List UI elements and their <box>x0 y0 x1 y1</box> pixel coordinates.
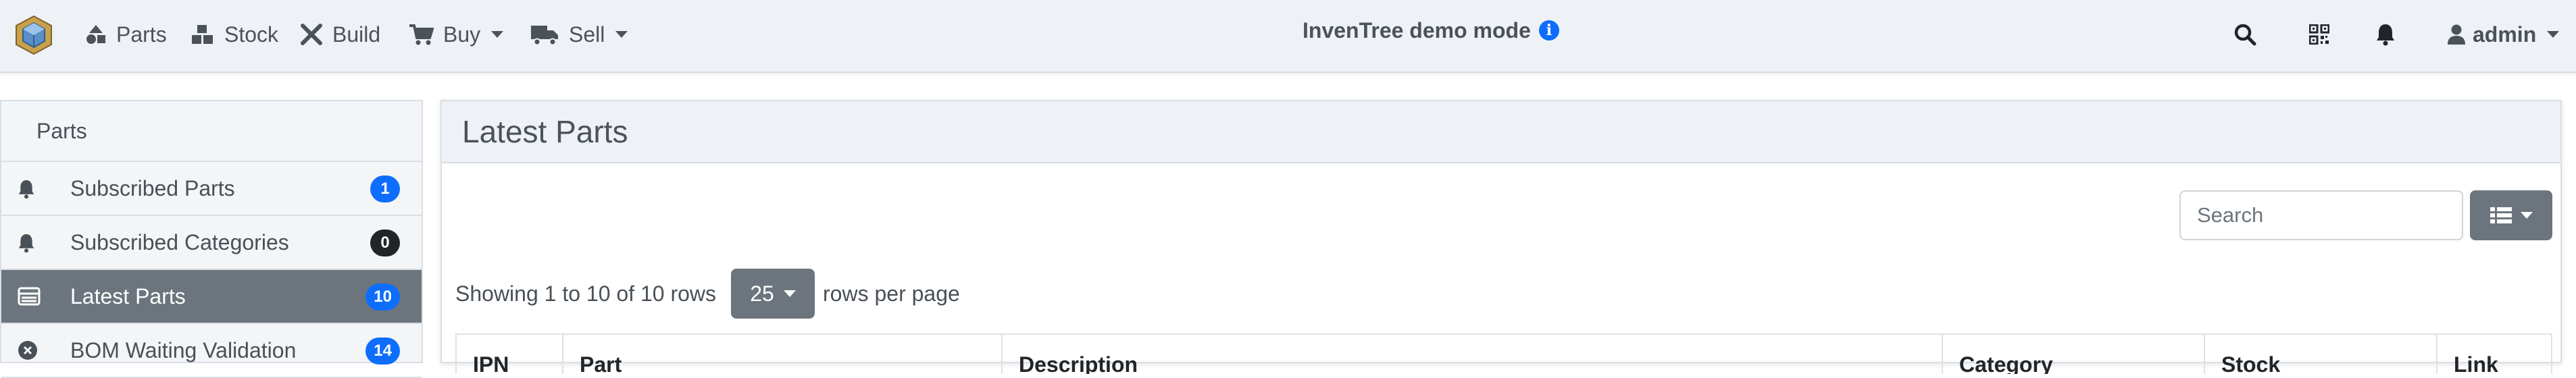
parts-table-header: IPN Part Description Category Stock Link <box>455 333 2552 374</box>
bell-icon <box>18 180 34 199</box>
sidebar-item-latest-parts[interactable]: Latest Parts 10 <box>1 270 422 324</box>
tools-icon <box>301 24 322 45</box>
demo-mode-label: InvenTree demo mode <box>1303 18 1531 43</box>
column-header-description[interactable]: Description <box>1003 335 1943 374</box>
qrcode-icon <box>2309 24 2329 45</box>
truck-icon <box>531 26 558 46</box>
nav-buy-label: Buy <box>443 22 481 47</box>
boxes-icon <box>192 25 213 44</box>
shapes-icon <box>86 25 105 44</box>
nav-sell[interactable]: Sell <box>530 19 628 50</box>
list-view-icon <box>2490 207 2512 223</box>
nav-buy[interactable]: Buy <box>408 19 504 50</box>
column-header-part[interactable]: Part <box>563 335 1003 374</box>
sidebar-item-bom-waiting-validation[interactable]: BOM Waiting Validation 14 <box>1 324 422 378</box>
times-circle-icon <box>18 341 37 360</box>
notifications-button[interactable] <box>2375 19 2396 50</box>
parts-sidebar: Parts Subscribed Parts 1 Subscribed Cate… <box>0 100 423 378</box>
count-badge: 1 <box>370 176 400 202</box>
cart-icon <box>409 24 434 45</box>
nav-stock[interactable]: Stock <box>191 19 278 50</box>
nav-parts[interactable]: Parts <box>85 19 167 50</box>
sidebar-item-subscribed-categories[interactable]: Subscribed Categories 0 <box>1 216 422 270</box>
search-input[interactable] <box>2179 190 2463 240</box>
showing-rows-text: Showing 1 to 10 of 10 rows <box>455 281 717 306</box>
bell-icon <box>2377 24 2394 46</box>
nav-parts-label: Parts <box>116 22 167 47</box>
chevron-down-icon <box>615 31 628 38</box>
demo-mode-title: InvenTree demo mode i <box>1303 15 1559 46</box>
top-navbar: Parts Stock Build Buy Sell InvenTree dem… <box>0 0 2576 73</box>
user-icon <box>2448 24 2465 45</box>
nav-stock-label: Stock <box>224 22 279 47</box>
page-size-value: 25 <box>750 281 774 306</box>
chevron-down-icon <box>2521 212 2533 219</box>
sidebar-item-subscribed-parts[interactable]: Subscribed Parts 1 <box>1 162 422 216</box>
table-list-icon <box>18 287 41 306</box>
username-label: admin <box>2473 22 2537 47</box>
chevron-down-icon <box>2547 31 2560 38</box>
table-view-toggle-button[interactable] <box>2470 190 2552 240</box>
bell-icon <box>18 234 34 253</box>
column-header-ipn[interactable]: IPN <box>457 335 563 374</box>
count-badge: 14 <box>365 338 400 364</box>
sidebar-item-label: Subscribed Parts <box>70 176 235 200</box>
user-menu[interactable]: admin <box>2447 19 2560 50</box>
search-icon <box>2234 24 2256 46</box>
page-size-dropdown[interactable]: 25 <box>731 269 815 319</box>
nav-build-label: Build <box>332 22 381 47</box>
chevron-down-icon <box>491 31 504 38</box>
nav-sell-label: Sell <box>569 22 605 47</box>
inventree-logo-icon[interactable] <box>14 15 54 55</box>
sidebar-item-label: BOM Waiting Validation <box>70 338 297 362</box>
column-header-stock[interactable]: Stock <box>2205 335 2438 374</box>
sidebar-header: Parts <box>1 101 422 162</box>
latest-parts-panel: Latest Parts Showing 1 to 10 of 10 rows … <box>440 100 2562 374</box>
qr-scan-button[interactable] <box>2309 19 2329 50</box>
sidebar-item-label: Subscribed Categories <box>70 230 289 254</box>
count-badge: 10 <box>365 284 400 310</box>
count-badge: 0 <box>370 230 400 256</box>
chevron-down-icon <box>783 290 796 297</box>
column-header-category[interactable]: Category <box>1943 335 2205 374</box>
nav-build[interactable]: Build <box>300 19 380 50</box>
search-button[interactable] <box>2233 19 2256 50</box>
column-header-link[interactable]: Link <box>2438 335 2551 374</box>
panel-title: Latest Parts <box>442 101 2560 163</box>
info-icon[interactable]: i <box>1538 20 1559 40</box>
rows-per-page-text: rows per page <box>823 281 960 306</box>
pagination-info: Showing 1 to 10 of 10 rows 25 rows per p… <box>455 269 960 319</box>
sidebar-item-label: Latest Parts <box>70 284 186 308</box>
